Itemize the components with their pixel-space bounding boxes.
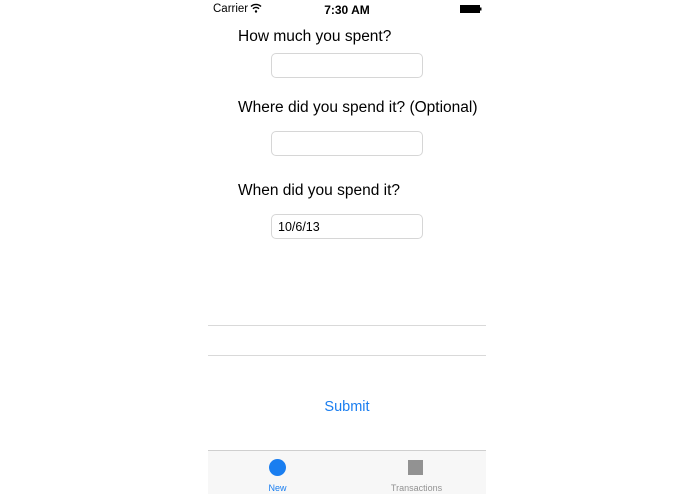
tab-bar: New Transactions xyxy=(208,450,486,494)
tab-new-label: New xyxy=(268,483,287,493)
status-bar: Carrier 7:30 AM xyxy=(208,0,486,18)
app-screen: Carrier 7:30 AM How much you spent? Wher… xyxy=(208,0,486,494)
submit-button[interactable]: Submit xyxy=(208,399,486,415)
date-label: When did you spend it? xyxy=(238,182,400,199)
location-input[interactable] xyxy=(271,131,423,156)
date-input[interactable] xyxy=(271,214,423,239)
square-icon xyxy=(408,460,423,475)
circle-icon xyxy=(269,459,286,476)
tab-transactions-label: Transactions xyxy=(390,483,443,493)
divider xyxy=(208,355,486,356)
amount-label: How much you spent? xyxy=(238,28,392,45)
battery-icon xyxy=(460,5,482,13)
amount-input[interactable] xyxy=(271,53,423,78)
location-label: Where did you spend it? (Optional) xyxy=(238,99,478,116)
tab-transactions[interactable]: Transactions xyxy=(347,451,486,494)
status-time: 7:30 AM xyxy=(324,3,370,17)
divider xyxy=(208,325,486,326)
tab-new[interactable]: New xyxy=(208,451,347,494)
